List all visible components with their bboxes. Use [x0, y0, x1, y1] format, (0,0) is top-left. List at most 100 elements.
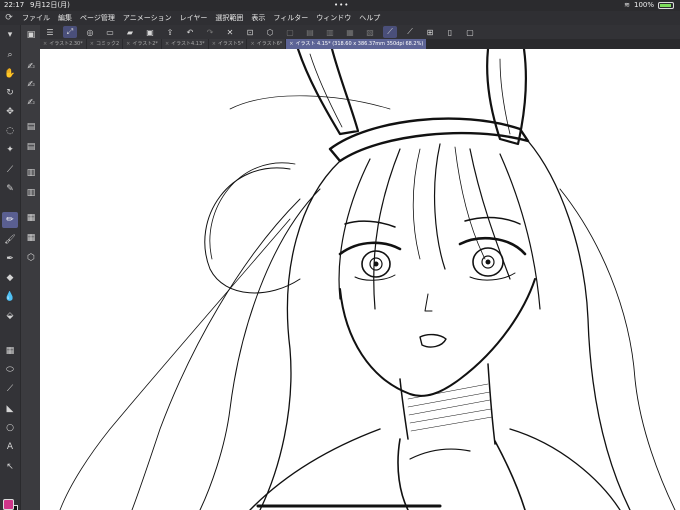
info-icon[interactable]: ▢ [463, 26, 477, 38]
battery-icon [658, 2, 674, 9]
transform-icon[interactable]: ⊡ [243, 26, 257, 38]
close-icon[interactable]: × [289, 39, 293, 49]
tab-label: イラスト2.30* [49, 41, 83, 47]
frame-icon[interactable]: ◣ [2, 401, 18, 417]
blend-icon[interactable]: 💧 [2, 289, 18, 305]
tab-document-1[interactable]: × イラスト2.30* [40, 39, 86, 49]
gradient-icon[interactable]: ▦ [2, 343, 18, 359]
menu-filter[interactable]: フィルター [269, 13, 312, 23]
new-file-icon[interactable]: ▭ [103, 26, 117, 38]
deselect-icon[interactable]: ⬡ [263, 26, 277, 38]
sub-tool-toggle-icon[interactable]: ▾ [2, 27, 18, 43]
fill-icon[interactable]: ⬙ [2, 308, 18, 324]
tool-palette: ▾ ⌕ ✋ ↻ ✥ ◌ ✦ ⟋ ✎ ✏ 🖌 ✒ ◆ 💧 ⬙ ▦ ⬭ ⟋ ◣ ○ … [0, 25, 20, 510]
rotate-icon[interactable]: ↻ [2, 85, 18, 101]
sub-tool-1-icon[interactable]: ✍ [23, 59, 39, 75]
eyedropper-icon[interactable]: ⟋ [2, 162, 18, 178]
export-icon[interactable]: ⇪ [163, 26, 177, 38]
tab-document-6[interactable]: × イラスト6* [247, 39, 286, 49]
menu-layer[interactable]: レイヤー [176, 13, 212, 23]
ios-status-bar: 22:17 9月12日(月) ••• ≋ 100% [0, 0, 680, 11]
menu-window[interactable]: ウィンドウ [312, 13, 355, 23]
app-logo-icon[interactable]: ⟳ [0, 13, 18, 23]
sub-tool-7-icon[interactable]: ▥ [23, 185, 39, 201]
pencil-icon[interactable]: ✏ [2, 212, 18, 228]
tab-label: イラスト4.13* [171, 41, 205, 47]
tab-document-active[interactable]: × イラスト 4.15* (318.60 x 386.37mm 350dpi 68… [286, 39, 427, 49]
rotate-canvas-icon[interactable]: ◎ [83, 26, 97, 38]
status-date: 9月12日(月) [30, 1, 70, 9]
tab-document-5[interactable]: × イラスト5* [208, 39, 247, 49]
tab-label: コミック2 [95, 41, 120, 47]
text-icon[interactable]: A [2, 439, 18, 455]
snap-special-ruler-icon[interactable]: ⟋ [403, 26, 417, 38]
sub-tool-4-icon[interactable]: ▤ [23, 119, 39, 135]
hamburger-icon[interactable]: ☰ [43, 26, 57, 38]
tab-document-3[interactable]: × イラスト2* [123, 39, 161, 49]
sketch-illustration [59, 49, 676, 510]
hand-icon[interactable]: ✋ [2, 66, 18, 82]
open-folder-icon[interactable]: ▰ [123, 26, 137, 38]
menu-help[interactable]: ヘルプ [355, 13, 384, 23]
clear-selection-icon[interactable]: ▧ [363, 26, 377, 38]
menu-animation[interactable]: アニメーション [119, 13, 176, 23]
sub-tool-9-icon[interactable]: ▦ [23, 230, 39, 246]
menu-page[interactable]: ページ管理 [76, 13, 119, 23]
lasso-icon[interactable]: ◌ [2, 123, 18, 139]
menu-edit[interactable]: 編集 [54, 13, 76, 23]
close-icon[interactable]: × [212, 39, 216, 49]
expand-selection-icon[interactable]: ▥ [323, 26, 337, 38]
sub-tool-8-icon[interactable]: ▦ [23, 210, 39, 226]
tab-document-4[interactable]: × イラスト4.13* [161, 39, 208, 49]
sub-tool-strip: ▣ ✍ ✍ ✍ ▤ ▤ ▥ ▥ ▦ ▦ ⬡ [20, 25, 40, 510]
main-color-swatch[interactable] [3, 499, 14, 510]
tab-document-2[interactable]: × コミック2 [86, 39, 123, 49]
tab-label: イラスト6* [256, 41, 283, 47]
fill-selection-icon[interactable]: ▦ [343, 26, 357, 38]
save-icon[interactable]: ▣ [143, 26, 157, 38]
drawing-canvas[interactable] [40, 49, 680, 510]
close-icon[interactable]: × [43, 39, 47, 49]
layer-panel-icon[interactable]: ▣ [23, 27, 39, 43]
sub-tool-6-icon[interactable]: ▥ [23, 165, 39, 181]
menu-selection[interactable]: 選択範囲 [211, 13, 247, 23]
undo-icon[interactable]: ↶ [183, 26, 197, 38]
close-icon[interactable]: × [126, 39, 130, 49]
invert-selection-icon[interactable]: ▤ [303, 26, 317, 38]
device-settings-icon[interactable]: ▯ [443, 26, 457, 38]
clear-icon[interactable]: ✕ [223, 26, 237, 38]
tab-label: イラスト 4.15* (318.60 x 386.37mm 350dpi 68.… [295, 41, 424, 47]
zoom-icon[interactable]: ⌕ [2, 47, 18, 63]
magic-wand-icon[interactable]: ✦ [2, 142, 18, 158]
correct-line-icon[interactable]: ↖ [2, 459, 18, 475]
move-icon[interactable]: ✥ [2, 104, 18, 120]
eraser-icon[interactable]: ◆ [2, 270, 18, 286]
menu-view[interactable]: 表示 [247, 13, 269, 23]
tab-label: イラスト5* [217, 41, 244, 47]
select-layer-icon[interactable]: ⤢ [63, 26, 77, 38]
sub-tool-2-icon[interactable]: ✍ [23, 77, 39, 93]
pen-icon[interactable]: ✎ [2, 181, 18, 197]
multitasking-dots[interactable]: ••• [334, 0, 349, 11]
wifi-icon: ≋ [624, 1, 630, 9]
close-icon[interactable]: × [90, 39, 94, 49]
battery-percent: 100% [633, 1, 654, 9]
crop-icon[interactable]: ▢ [283, 26, 297, 38]
airbrush-icon[interactable]: ✒ [2, 251, 18, 267]
brush-icon[interactable]: 🖌 [2, 232, 18, 248]
sub-tool-5-icon[interactable]: ▤ [23, 139, 39, 155]
document-tab-bar: × イラスト2.30* × コミック2 × イラスト2* × イラスト4.13* × イラ… [40, 39, 680, 49]
snap-ruler-icon[interactable]: ⟋ [383, 26, 397, 38]
sub-tool-3-icon[interactable]: ✍ [23, 95, 39, 111]
redo-icon[interactable]: ↷ [203, 26, 217, 38]
snap-grid-icon[interactable]: ⊞ [423, 26, 437, 38]
close-icon[interactable]: × [165, 39, 169, 49]
balloon-icon[interactable]: ○ [2, 420, 18, 436]
tab-label: イラスト2* [132, 41, 158, 47]
menu-bar: ⟳ ファイル 編集 ページ管理 アニメーション レイヤー 選択範囲 表示 フィル… [0, 11, 680, 25]
ruler-icon[interactable]: ⟋ [2, 381, 18, 397]
figure-icon[interactable]: ⬭ [2, 362, 18, 378]
close-icon[interactable]: × [250, 39, 254, 49]
sub-tool-10-icon[interactable]: ⬡ [23, 250, 39, 266]
menu-file[interactable]: ファイル [18, 13, 54, 23]
